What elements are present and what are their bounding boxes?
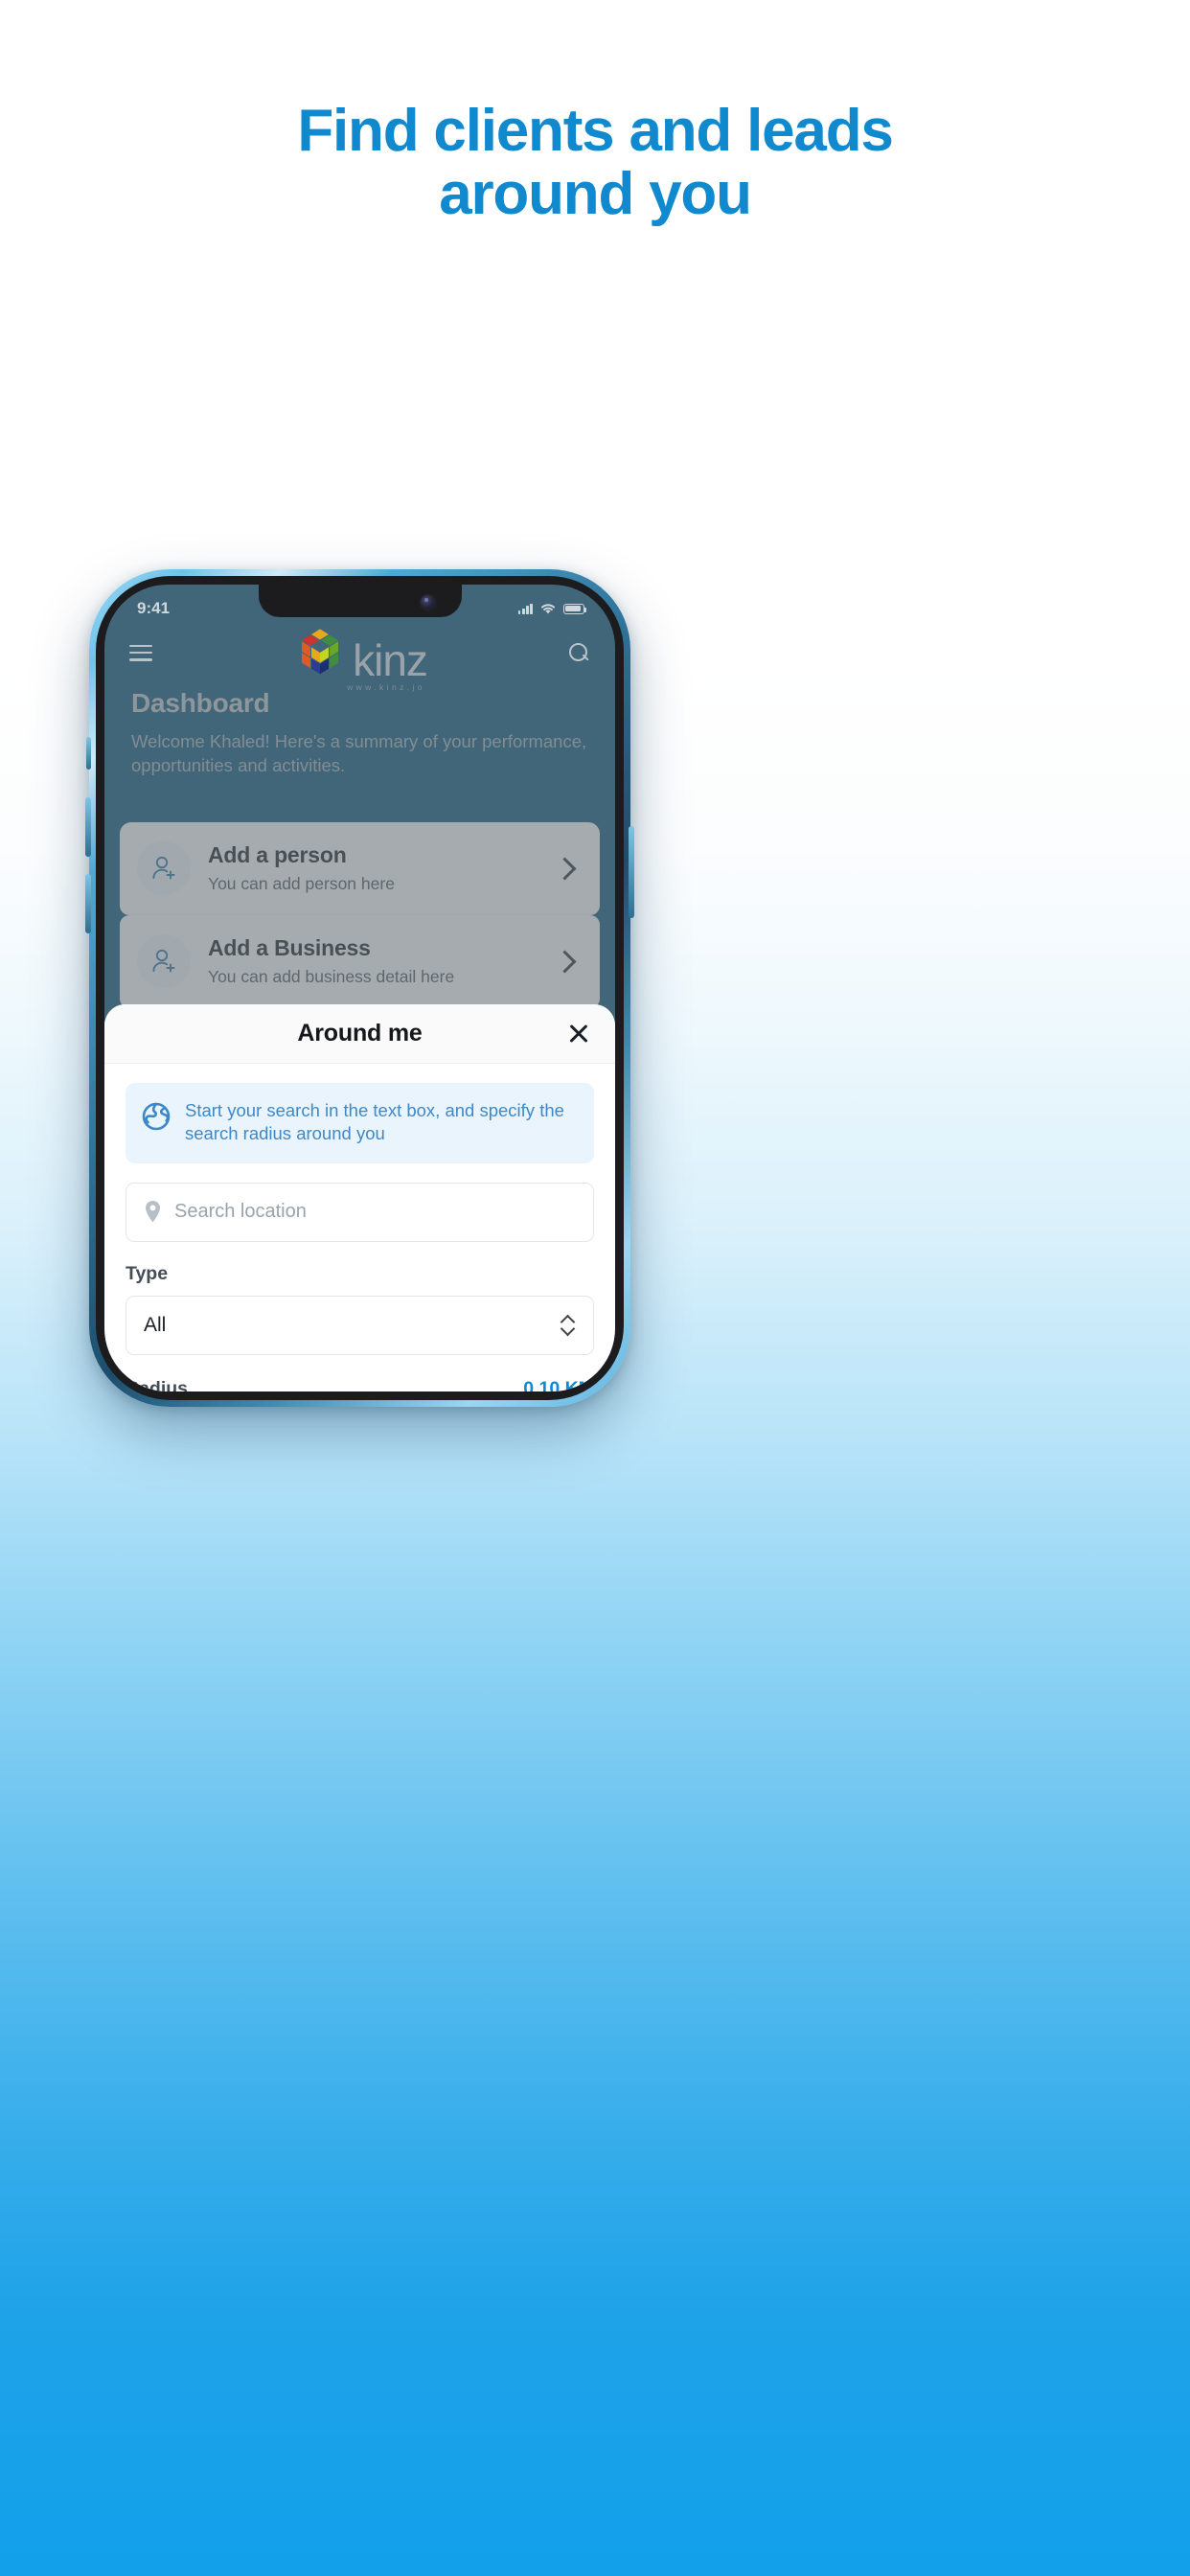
volume-up-button (85, 797, 91, 857)
info-banner: Start your search in the text box, and s… (126, 1083, 594, 1163)
kinz-wordmark: kinz (353, 634, 428, 685)
radius-row: Radius 0.10 KM (126, 1378, 594, 1392)
chevron-up-down-icon (560, 1314, 576, 1337)
cellular-bars-icon (517, 603, 533, 614)
globe-icon (142, 1102, 171, 1131)
kinz-cube-icon (302, 629, 339, 675)
volume-down-button (85, 874, 91, 933)
status-indicators (517, 602, 587, 615)
close-icon[interactable] (565, 1021, 592, 1047)
sheet-title: Around me (297, 1020, 423, 1046)
type-label: Type (126, 1262, 169, 1284)
promo-headline: Find clients and leads around you (0, 100, 1190, 225)
kinz-url: www.kinz.jo (347, 682, 425, 692)
silent-switch (86, 737, 91, 770)
phone-screen: 9:41 kinz www.kinz.jo Around me Start yo… (104, 585, 615, 1392)
sheet-header: Around me (104, 1004, 615, 1064)
front-camera-icon (420, 595, 435, 610)
hamburger-menu-icon[interactable] (129, 644, 152, 661)
search-location-placeholder: Search location (174, 1201, 307, 1223)
around-me-sheet: Around me Start your search in the text … (104, 1004, 615, 1392)
battery-icon (563, 603, 587, 614)
map-pin-icon (146, 1201, 160, 1223)
kinz-logo: kinz www.kinz.jo (292, 626, 428, 692)
notch (258, 585, 462, 617)
radius-value: 0.10 KM (523, 1377, 594, 1392)
power-button (629, 826, 634, 918)
type-select[interactable]: All (126, 1295, 594, 1355)
sheet-body: Start your search in the text box, and s… (104, 1064, 615, 1392)
phone-mockup: 9:41 kinz www.kinz.jo Around me Start yo… (85, 569, 634, 1407)
search-location-field[interactable]: Search location (126, 1182, 594, 1242)
app-header: kinz www.kinz.jo (104, 623, 615, 692)
info-banner-text: Start your search in the text box, and s… (185, 1100, 564, 1144)
wifi-icon (540, 604, 556, 614)
type-selected-value: All (144, 1313, 167, 1336)
status-time: 9:41 (137, 599, 171, 617)
search-icon[interactable] (567, 641, 590, 664)
radius-label: Radius (126, 1377, 189, 1392)
headline-line-1: Find clients and leads (297, 98, 894, 164)
headline-line-2: around you (439, 160, 752, 227)
